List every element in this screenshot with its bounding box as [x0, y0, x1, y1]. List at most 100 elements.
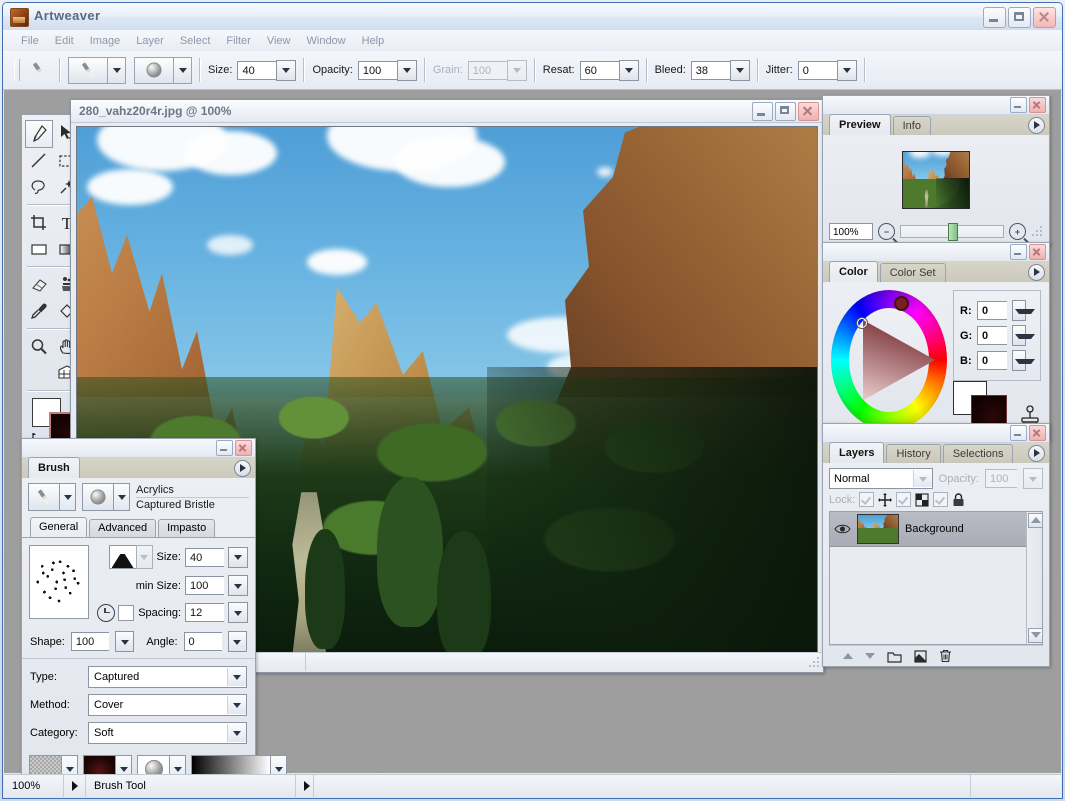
tab-info[interactable]: Info [892, 116, 931, 135]
delete-layer-icon[interactable] [939, 649, 952, 663]
scroll-up-button[interactable] [1028, 513, 1042, 528]
toolbar-grip[interactable] [14, 59, 20, 81]
move-layer-up-icon[interactable] [843, 653, 853, 659]
brush-texture-combo[interactable] [82, 483, 130, 511]
jitter-dropdown-arrow[interactable] [836, 59, 857, 81]
panel-menu-icon[interactable] [234, 460, 251, 477]
blend-mode-select[interactable]: Normal [829, 468, 933, 489]
preview-panel-close-button[interactable] [1029, 97, 1046, 113]
brush-size-dropdown-arrow[interactable] [228, 546, 248, 568]
slider-knob[interactable] [947, 223, 958, 241]
brush-method-dropdown-arrow[interactable] [227, 696, 246, 714]
window-maximize-button[interactable] [1008, 7, 1031, 28]
menu-item-file[interactable]: File [13, 33, 47, 49]
preview-zoom-input[interactable]: 100% [829, 223, 873, 240]
brush-panel-minimize-button[interactable] [216, 440, 233, 456]
menu-item-image[interactable]: Image [82, 33, 129, 49]
menu-item-filter[interactable]: Filter [218, 33, 258, 49]
preview-panel-minimize-button[interactable] [1010, 97, 1027, 113]
brush-shape-dropdown-arrow[interactable] [114, 631, 135, 652]
window-minimize-button[interactable] [983, 7, 1006, 28]
brush-tool-button[interactable] [25, 120, 53, 148]
brush-category-dropdown-arrow[interactable] [227, 724, 246, 742]
brush-shape-input[interactable]: 100 [70, 632, 109, 651]
status-tool-expander[interactable] [296, 775, 314, 797]
green-input[interactable]: 0 [977, 326, 1007, 345]
menu-item-select[interactable]: Select [172, 33, 219, 49]
layers-panel-close-button[interactable] [1029, 425, 1046, 441]
tab-color-set[interactable]: Color Set [879, 263, 946, 282]
scroll-down-button[interactable] [1028, 628, 1042, 643]
lock-move-checkbox[interactable] [859, 492, 875, 507]
jitter-input[interactable]: 0 [797, 60, 837, 80]
brush-type-dropdown-arrow[interactable] [227, 668, 246, 686]
menu-item-edit[interactable]: Edit [47, 33, 82, 49]
tab-preview[interactable]: Preview [829, 114, 891, 135]
layer-item-background[interactable]: Background [830, 512, 1042, 547]
document-close-button[interactable] [798, 102, 819, 121]
red-dropdown-arrow[interactable] [1012, 300, 1035, 321]
texture-preset-dropdown-arrow[interactable] [173, 56, 192, 84]
menu-item-view[interactable]: View [259, 33, 299, 49]
eraser-tool-button[interactable] [25, 272, 53, 298]
brush-spacing-input[interactable]: 12 [185, 603, 224, 622]
rectangle-tool-button[interactable] [25, 236, 53, 262]
new-group-icon[interactable] [887, 650, 902, 663]
brush-type-select[interactable]: Captured [88, 666, 247, 688]
brush-preset-combo[interactable] [68, 56, 126, 84]
tab-advanced[interactable]: Advanced [89, 519, 157, 537]
brush-angle-dropdown-arrow[interactable] [227, 631, 248, 652]
resat-input[interactable]: 60 [579, 60, 619, 80]
zoom-in-icon[interactable]: + [1009, 223, 1026, 240]
panel-menu-icon[interactable] [1028, 264, 1045, 281]
brush-variant-combo[interactable] [28, 483, 76, 511]
line-tool-button[interactable] [25, 148, 53, 174]
menu-item-help[interactable]: Help [354, 33, 393, 49]
preview-zoom-slider[interactable] [900, 223, 1004, 241]
move-layer-down-icon[interactable] [865, 653, 875, 659]
document-maximize-button[interactable] [775, 102, 796, 121]
opacity-input[interactable]: 100 [357, 60, 397, 80]
preview-resize-grip[interactable] [1031, 225, 1043, 238]
menu-item-layer[interactable]: Layer [128, 33, 172, 49]
texture-preset-combo[interactable] [134, 56, 192, 84]
tab-impasto[interactable]: Impasto [158, 519, 216, 537]
lock-all-checkbox[interactable] [933, 492, 949, 507]
brush-angle-input[interactable]: 0 [183, 632, 222, 651]
brush-preset-dropdown-arrow[interactable] [107, 56, 126, 84]
brush-size-input[interactable]: 40 [185, 547, 224, 567]
brush-variant-dropdown-arrow[interactable] [59, 483, 76, 511]
bleed-input[interactable]: 38 [690, 60, 730, 80]
zoom-out-icon[interactable]: − [878, 223, 895, 240]
saturation-marker[interactable] [857, 318, 867, 328]
tab-selections[interactable]: Selections [942, 444, 1014, 463]
brush-method-select[interactable]: Cover [88, 694, 247, 716]
zoom-tool-button[interactable] [25, 334, 53, 360]
color-panel-close-button[interactable] [1029, 244, 1046, 260]
panel-menu-icon[interactable] [1028, 445, 1045, 462]
tab-brush[interactable]: Brush [28, 457, 80, 478]
timing-checkbox[interactable] [118, 604, 135, 621]
tab-general[interactable]: General [30, 517, 88, 537]
lasso-tool-button[interactable] [25, 174, 53, 200]
bleed-dropdown-arrow[interactable] [729, 59, 750, 81]
timing-clock-icon[interactable] [97, 603, 116, 622]
brush-texture-dropdown-arrow[interactable] [113, 483, 130, 511]
document-resize-grip[interactable] [808, 657, 820, 669]
green-dropdown-arrow[interactable] [1012, 325, 1035, 346]
document-minimize-button[interactable] [752, 102, 773, 121]
menu-item-window[interactable]: Window [299, 33, 354, 49]
tab-history[interactable]: History [886, 444, 941, 463]
brush-panel-close-button[interactable] [235, 440, 252, 456]
lock-transparency-checkbox[interactable] [896, 492, 912, 507]
size-dropdown-arrow[interactable] [276, 59, 297, 81]
brush-category-select[interactable]: Soft [88, 722, 247, 744]
layer-list-scrollbar[interactable] [1026, 512, 1042, 644]
panel-menu-icon[interactable] [1028, 117, 1045, 134]
window-close-button[interactable] [1033, 7, 1056, 28]
brush-icon[interactable] [25, 58, 52, 83]
layers-panel-minimize-button[interactable] [1010, 425, 1027, 441]
brush-min-size-input[interactable]: 100 [185, 576, 224, 595]
brush-profile-combo[interactable] [108, 545, 153, 569]
blue-dropdown-arrow[interactable] [1012, 350, 1035, 371]
